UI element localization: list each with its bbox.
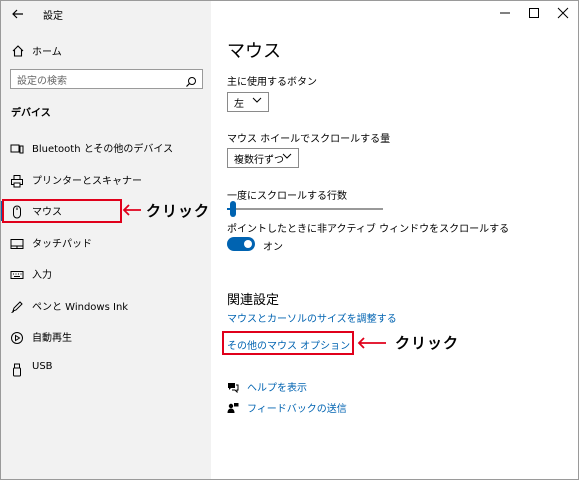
- close-icon[interactable]: [555, 5, 571, 21]
- inactive-scroll-toggle[interactable]: [227, 237, 255, 251]
- wheel-scroll-value: 複数行ずつ: [234, 155, 284, 166]
- back-arrow-icon[interactable]: [11, 6, 25, 20]
- lines-to-scroll-slider[interactable]: [227, 201, 383, 217]
- slider-thumb[interactable]: [230, 201, 236, 217]
- chevron-down-icon: [252, 95, 262, 105]
- home-item[interactable]: ホーム: [1, 39, 211, 61]
- search-placeholder: 設定の検索: [17, 76, 67, 87]
- sidebar-item-touchpad[interactable]: タッチパッド: [1, 229, 211, 257]
- sidebar-item-label: USB: [32, 361, 53, 372]
- feedback-icon: [227, 399, 239, 413]
- help-link[interactable]: ヘルプを表示: [247, 379, 307, 394]
- sidebar-item-printers[interactable]: プリンターとスキャナー: [1, 166, 211, 194]
- primary-button-value: 左: [234, 99, 244, 110]
- click-annotation-2: クリック: [395, 334, 460, 352]
- sidebar-item-usb[interactable]: USB: [1, 355, 211, 383]
- feedback-link[interactable]: フィードバックの送信: [247, 400, 347, 415]
- slider-track: [227, 208, 383, 210]
- main-content: マウス 主に使用するボタン 左 マウス ホイールでスクロールする量 複数行ずつ …: [211, 1, 578, 479]
- arrow-left-icon: [357, 335, 387, 349]
- click-annotation-1: クリック: [146, 202, 211, 220]
- help-icon: [227, 378, 239, 394]
- maximize-icon[interactable]: [526, 5, 542, 21]
- sidebar-item-label: ペンと Windows Ink: [32, 302, 129, 313]
- sidebar-item-label: Bluetooth とその他のデバイス: [32, 144, 174, 155]
- sidebar-item-label: プリンターとスキャナー: [32, 176, 142, 187]
- sidebar-item-pen[interactable]: ペンと Windows Ink: [1, 292, 211, 320]
- search-input[interactable]: 設定の検索: [10, 69, 203, 89]
- printer-icon: [10, 173, 24, 188]
- sidebar-item-autoplay[interactable]: 自動再生: [1, 323, 211, 351]
- keyboard-icon: [10, 267, 24, 281]
- toggle-state-label: オン: [263, 242, 283, 253]
- mouse-options-highlight-box: [222, 331, 354, 355]
- primary-button-label: 主に使用するボタン: [227, 77, 317, 88]
- arrow-left-icon: [122, 202, 142, 216]
- autoplay-icon: [10, 330, 24, 344]
- devices-icon: [10, 141, 24, 155]
- home-label: ホーム: [32, 47, 62, 58]
- sidebar-item-label: 入力: [32, 270, 52, 281]
- mouse-cursor-size-link[interactable]: マウスとカーソルのサイズを調整する: [227, 310, 397, 325]
- settings-window: 設定 ホーム 設定の検索 デバイス Bluetooth とその他のデバイス プリ…: [0, 0, 579, 480]
- wheel-scroll-select[interactable]: 複数行ずつ: [227, 148, 299, 168]
- sidebar-item-bluetooth[interactable]: Bluetooth とその他のデバイス: [1, 134, 211, 162]
- toggle-knob: [244, 240, 252, 248]
- sidebar: 設定 ホーム 設定の検索 デバイス Bluetooth とその他のデバイス プリ…: [1, 1, 211, 479]
- search-icon: [185, 73, 197, 87]
- window-title: 設定: [43, 11, 63, 22]
- usb-icon: [10, 362, 24, 377]
- sidebar-item-label: タッチパッド: [32, 239, 92, 250]
- inactive-scroll-label: ポイントしたときに非アクティブ ウィンドウをスクロールする: [227, 224, 510, 235]
- home-icon: [11, 43, 25, 57]
- section-title: デバイス: [11, 108, 51, 119]
- touchpad-icon: [10, 236, 24, 250]
- chevron-down-icon: [282, 151, 292, 161]
- lines-to-scroll-label: 一度にスクロールする行数: [227, 191, 347, 202]
- page-title: マウス: [227, 41, 281, 62]
- related-settings-title: 関連設定: [227, 293, 280, 308]
- mouse-highlight-box: [2, 199, 122, 223]
- wheel-scroll-label: マウス ホイールでスクロールする量: [227, 134, 391, 145]
- primary-button-select[interactable]: 左: [227, 92, 269, 112]
- pen-icon: [10, 299, 24, 313]
- minimize-icon[interactable]: [497, 5, 513, 21]
- sidebar-item-input[interactable]: 入力: [1, 260, 211, 288]
- sidebar-item-label: 自動再生: [32, 333, 72, 344]
